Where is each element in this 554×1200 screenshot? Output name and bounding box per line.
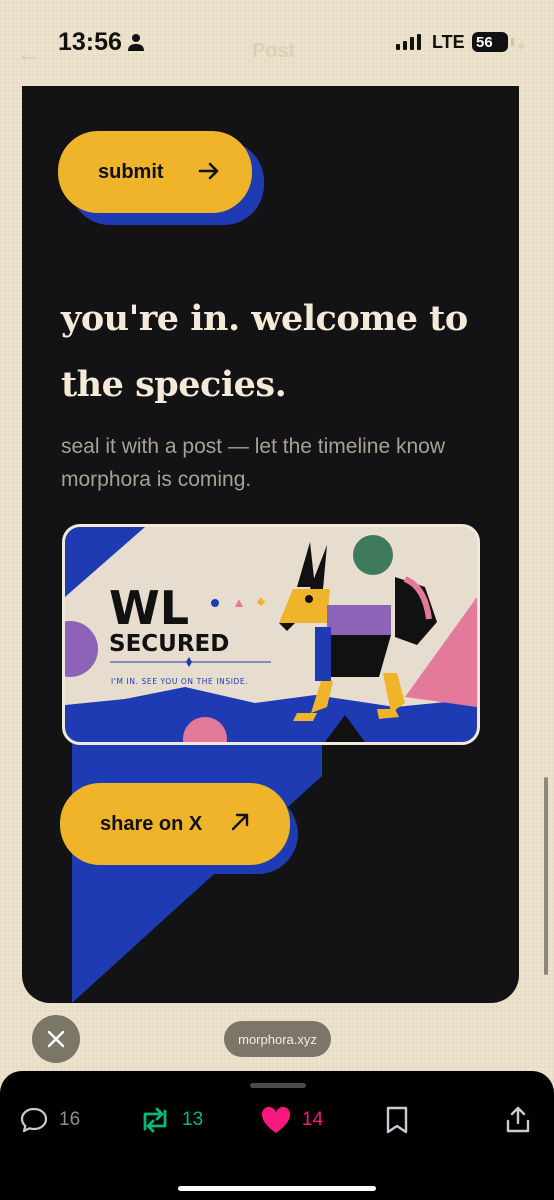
like-action[interactable]: 14 — [260, 1105, 323, 1135]
clock: 13:56 — [58, 28, 122, 56]
banner-tagline: I'M IN. SEE YOU ON THE INSIDE. — [111, 677, 248, 686]
banner-illustration: WL SECURED I'M IN. SEE YOU ON THE INSIDE… — [65, 527, 477, 742]
headline-line-2: the species. — [61, 364, 287, 405]
nav-title: Post — [252, 40, 296, 62]
submit-button[interactable]: submit — [58, 131, 252, 213]
like-count: 14 — [302, 1109, 324, 1130]
reply-icon — [20, 1107, 48, 1133]
sheet-grabber[interactable] — [250, 1083, 306, 1088]
wl-secured-banner: WL SECURED I'M IN. SEE YOU ON THE INSIDE… — [62, 524, 480, 745]
home-indicator[interactable] — [178, 1186, 376, 1191]
banner-secured-text: SECURED — [109, 631, 229, 657]
bookmark-icon — [386, 1106, 408, 1134]
arrow-up-right-icon — [231, 813, 249, 831]
post-media-card: submit you're in. welcome to the species… — [22, 86, 519, 1003]
link-url-chip[interactable]: morphora.xyz — [224, 1021, 331, 1057]
status-bar: ← Post 13:56 LTE 56 • — [0, 0, 554, 86]
subtitle: seal it with a post — let the timeline k… — [61, 435, 446, 491]
network-type: LTE — [432, 32, 465, 52]
reply-count: 16 — [59, 1109, 81, 1130]
banner-wl-text: WL — [109, 581, 189, 635]
repost-icon — [143, 1107, 167, 1133]
back-icon[interactable]: ← — [16, 38, 42, 69]
arrow-right-icon — [198, 162, 219, 180]
close-icon — [47, 1030, 65, 1048]
post-action-bar: 16 13 14 — [0, 1071, 554, 1200]
repost-action[interactable]: 13 — [138, 1105, 203, 1135]
battery-icon: 56 — [472, 32, 514, 52]
share-label: share on X — [100, 812, 203, 835]
close-button[interactable] — [32, 1015, 80, 1063]
submit-label: submit — [98, 160, 164, 183]
headline-line-1: you're in. welcome to — [61, 298, 468, 339]
person-icon — [128, 34, 144, 51]
reply-action[interactable]: 16 — [19, 1105, 80, 1135]
bookmark-action[interactable] — [384, 1105, 410, 1135]
heart-icon — [261, 1106, 291, 1133]
share-on-x-button[interactable]: share on X — [60, 783, 290, 865]
battery-level: 56 — [476, 33, 493, 51]
headline: you're in. welcome to the species. — [61, 286, 491, 418]
share-action[interactable] — [504, 1105, 532, 1135]
share-icon — [506, 1106, 530, 1133]
signal-icon — [396, 34, 421, 50]
scrollbar[interactable] — [544, 777, 548, 975]
repost-count: 13 — [182, 1109, 204, 1130]
more-icon[interactable]: • — [518, 36, 525, 59]
